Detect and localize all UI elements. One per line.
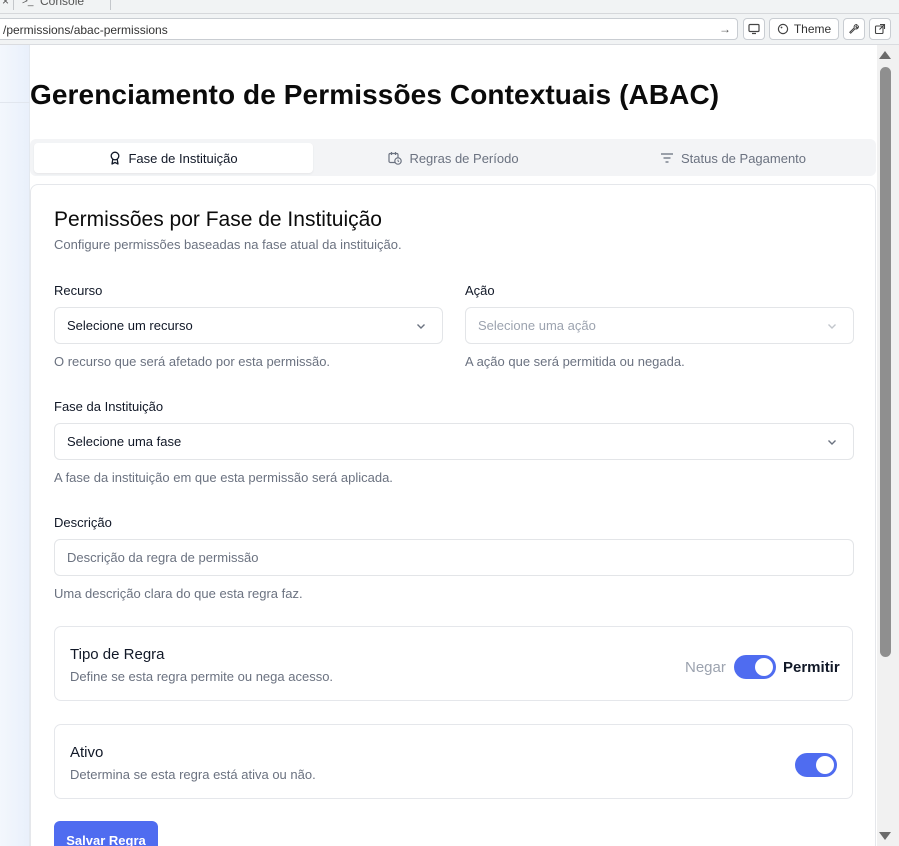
- phase-help: A fase da instituição em que esta permis…: [54, 470, 393, 485]
- award-icon: [110, 151, 120, 165]
- tab-separator: [13, 0, 14, 10]
- rule-type-box: Tipo de Regra Define se esta regra permi…: [54, 626, 853, 701]
- sidebar-divider: [0, 102, 30, 103]
- browser-tab-strip: × >_ Console: [0, 0, 899, 14]
- rule-type-toggle[interactable]: [734, 655, 776, 679]
- phase-select-value: Selecione uma fase: [67, 434, 182, 449]
- active-box: Ativo Determina se esta regra está ativa…: [54, 724, 853, 799]
- scroll-down-icon[interactable]: [879, 832, 891, 840]
- go-arrow-icon[interactable]: →: [719, 22, 731, 36]
- action-select-value: Selecione uma ação: [478, 318, 596, 333]
- tab-list: Fase de Instituição Regras de Período St…: [30, 139, 876, 176]
- app-sidebar: [0, 45, 30, 846]
- scrollbar[interactable]: [877, 45, 899, 846]
- action-select[interactable]: Selecione uma ação: [465, 307, 854, 344]
- tab-label: Fase de Instituição: [128, 150, 238, 166]
- theme-button[interactable]: Theme: [769, 18, 839, 40]
- scroll-up-icon[interactable]: [879, 51, 891, 59]
- filter-lines-icon: [660, 153, 673, 163]
- tab-label: Status de Pagamento: [680, 150, 807, 166]
- deny-label: Negar: [685, 659, 726, 676]
- url-text: /permissions/abac-permissions: [3, 23, 168, 37]
- action-help: A ação que será permitida ou negada.: [465, 354, 685, 369]
- close-tab-icon[interactable]: ×: [2, 0, 9, 8]
- toggle-knob: [816, 756, 834, 774]
- save-rule-button[interactable]: Salvar Regra: [54, 821, 158, 846]
- phase-select[interactable]: Selecione uma fase: [54, 423, 854, 460]
- active-toggle[interactable]: [795, 753, 837, 777]
- chevron-down-icon: [828, 324, 836, 329]
- description-help: Uma descrição clara do que esta regra fa…: [54, 586, 303, 601]
- rule-type-title: Tipo de Regra: [70, 646, 165, 663]
- active-title: Ativo: [70, 744, 104, 761]
- resource-label: Recurso: [54, 283, 103, 298]
- form-subtitle: Configure permissões baseadas na fase at…: [54, 237, 402, 252]
- resource-select[interactable]: Selecione um recurso: [54, 307, 443, 344]
- theme-label: Theme: [793, 22, 832, 36]
- tab-separator: [110, 0, 111, 10]
- palette-icon: [777, 23, 789, 35]
- description-input[interactable]: Descrição da regra de permissão: [54, 539, 854, 576]
- open-external-icon[interactable]: [869, 18, 891, 40]
- rule-type-subtitle: Define se esta regra permite ou nega ace…: [70, 669, 334, 684]
- allow-label: Permitir: [783, 659, 840, 676]
- chevron-down-icon: [417, 324, 425, 329]
- tab-status-pagamento[interactable]: Status de Pagamento: [594, 143, 872, 173]
- phase-label: Fase da Instituição: [54, 399, 164, 414]
- calendar-clock-icon: [388, 152, 403, 165]
- resource-help: O recurso que será afetado por esta perm…: [54, 354, 331, 369]
- toggle-knob: [755, 658, 773, 676]
- browser-tab-console[interactable]: Console: [40, 0, 84, 8]
- wrench-icon[interactable]: [843, 18, 865, 40]
- chevron-down-icon: [828, 440, 836, 445]
- address-bar[interactable]: /permissions/abac-permissions →: [0, 18, 738, 40]
- action-label: Ação: [465, 283, 495, 298]
- monitor-icon[interactable]: [743, 18, 765, 40]
- browser-toolbar: /permissions/abac-permissions → Theme: [0, 14, 899, 45]
- tab-regras-periodo[interactable]: Regras de Período: [316, 143, 591, 173]
- description-label: Descrição: [54, 515, 112, 530]
- active-subtitle: Determina se esta regra está ativa ou nã…: [70, 767, 316, 782]
- resource-select-value: Selecione um recurso: [67, 318, 193, 333]
- scrollbar-thumb[interactable]: [880, 67, 891, 657]
- page-title: Gerenciamento de Permissões Contextuais …: [30, 79, 720, 110]
- tab-fase-instituicao[interactable]: Fase de Instituição: [34, 143, 313, 173]
- tab-label: Regras de Período: [409, 150, 519, 166]
- main-content: Gerenciamento de Permissões Contextuais …: [30, 45, 877, 846]
- form-title: Permissões por Fase de Instituição: [54, 208, 382, 231]
- description-placeholder: Descrição da regra de permissão: [67, 550, 259, 565]
- permission-form-card: Permissões por Fase de Instituição Confi…: [30, 184, 876, 846]
- console-icon: >_: [22, 0, 34, 7]
